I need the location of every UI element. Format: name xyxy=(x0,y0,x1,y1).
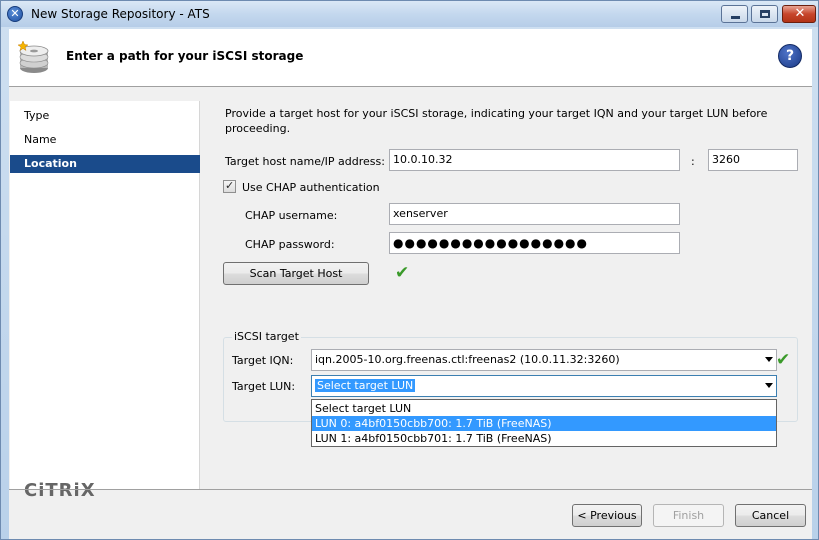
maximize-button[interactable] xyxy=(751,5,778,23)
target-iqn-label: Target IQN: xyxy=(232,354,294,367)
footer-divider xyxy=(9,489,812,490)
maximize-icon xyxy=(760,10,770,18)
location-form: Provide a target host for your iSCSI sto… xyxy=(201,101,812,489)
target-port-input[interactable]: 3260 xyxy=(708,149,798,171)
iqn-success-check-icon: ✔ xyxy=(776,350,791,370)
target-lun-label: Target LUN: xyxy=(232,380,296,393)
port-separator: : xyxy=(691,155,695,168)
title-bar[interactable]: ✕ New Storage Repository - ATS ✕ xyxy=(1,1,818,27)
chap-username-label: CHAP username: xyxy=(245,209,338,222)
page-title: Enter a path for your iSCSI storage xyxy=(66,49,304,63)
chap-password-label: CHAP password: xyxy=(245,238,335,251)
chap-checkbox-label[interactable]: Use CHAP authentication xyxy=(242,181,380,194)
wizard-header: Enter a path for your iSCSI storage ? xyxy=(9,29,812,87)
dialog-window: ✕ New Storage Repository - ATS ✕ Enter a… xyxy=(0,0,819,540)
storage-disk-icon xyxy=(17,41,49,73)
lun-option[interactable]: LUN 1: a4bf0150cbb701: 1.7 TiB (FreeNAS) xyxy=(312,431,776,446)
target-lun-value: Select target LUN xyxy=(315,379,416,392)
window-title: New Storage Repository - ATS xyxy=(31,7,210,21)
target-host-label: Target host name/IP address: xyxy=(225,155,385,168)
target-host-input[interactable]: 10.0.10.32 xyxy=(389,149,680,171)
dialog-client: Enter a path for your iSCSI storage ? Ty… xyxy=(9,29,812,539)
chap-username-input[interactable]: xenserver xyxy=(389,203,680,225)
citrix-logo: CiTRiX xyxy=(24,480,96,501)
previous-button[interactable]: < Previous xyxy=(572,504,642,527)
nav-item-type[interactable]: Type xyxy=(10,107,200,125)
nav-item-name[interactable]: Name xyxy=(10,131,200,149)
target-iqn-value: iqn.2005-10.org.freenas.ctl:freenas2 (10… xyxy=(315,353,620,366)
help-icon[interactable]: ? xyxy=(778,44,802,68)
chap-checkbox[interactable] xyxy=(223,179,236,193)
iscsi-target-legend: iSCSI target xyxy=(232,330,301,343)
minimize-icon xyxy=(731,16,740,19)
finish-button[interactable]: Finish xyxy=(653,504,724,527)
lun-dropdown-list: Select target LUN LUN 0: a4bf0150cbb700:… xyxy=(311,399,777,447)
close-icon: ✕ xyxy=(794,6,806,21)
target-iqn-select[interactable]: iqn.2005-10.org.freenas.ctl:freenas2 (10… xyxy=(311,349,777,371)
close-button[interactable]: ✕ xyxy=(782,5,816,23)
target-lun-select[interactable]: Select target LUN xyxy=(311,375,777,397)
lun-option[interactable]: Select target LUN xyxy=(312,401,776,416)
xenserver-app-icon: ✕ xyxy=(7,6,23,22)
scan-target-host-button[interactable]: Scan Target Host xyxy=(223,262,369,285)
lun-dropdown-arrow-icon[interactable] xyxy=(765,383,773,388)
nav-item-location[interactable]: Location xyxy=(10,155,200,173)
wizard-nav: Type Name Location CiTRiX xyxy=(10,101,200,501)
minimize-button[interactable] xyxy=(721,5,748,23)
chap-password-input[interactable]: ●●●●●●●●●●●●●●●●● xyxy=(389,232,680,254)
intro-text: Provide a target host for your iSCSI sto… xyxy=(225,107,768,135)
iqn-dropdown-arrow-icon[interactable] xyxy=(765,357,773,362)
lun-option[interactable]: LUN 0: a4bf0150cbb700: 1.7 TiB (FreeNAS) xyxy=(312,416,776,431)
cancel-button[interactable]: Cancel xyxy=(735,504,806,527)
scan-success-check-icon: ✔ xyxy=(395,263,410,283)
